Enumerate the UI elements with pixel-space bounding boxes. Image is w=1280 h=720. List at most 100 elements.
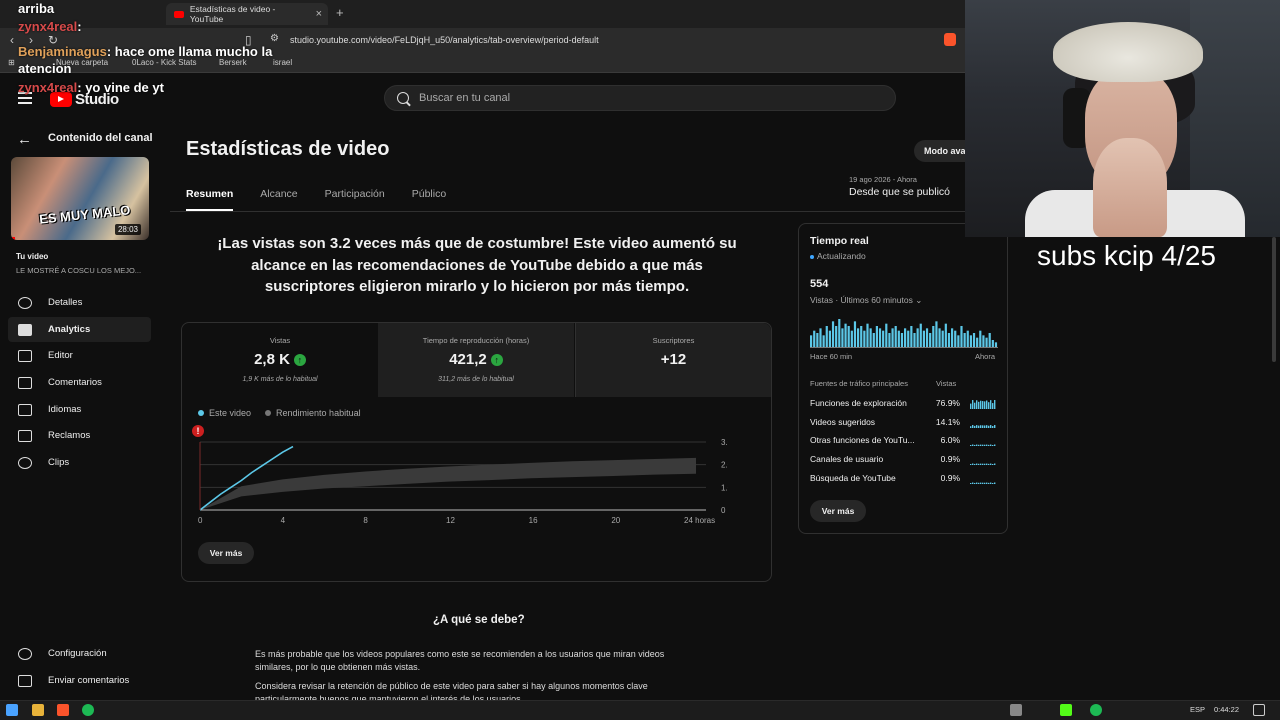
insight-headline: ¡Las vistas son 3.2 veces más que de cos… xyxy=(217,235,737,295)
brave-shield-icon[interactable] xyxy=(944,33,956,46)
back-arrow-icon[interactable]: ← xyxy=(17,131,32,148)
traffic-source-row: Funciones de exploración 76.9% xyxy=(810,398,998,413)
realtime-bar xyxy=(810,335,813,347)
back-arrow-icon[interactable]: ‹ xyxy=(10,33,14,47)
realtime-title: Tiempo real xyxy=(810,235,869,247)
realtime-bar xyxy=(916,328,919,347)
chat-line: zynx4real: xyxy=(18,19,82,34)
realtime-bar xyxy=(972,333,976,347)
realtime-bar xyxy=(878,328,882,347)
traffic-source-name: Búsqueda de YouTube xyxy=(810,472,896,483)
realtime-bar xyxy=(988,333,991,347)
language-indicator[interactable]: ESP xyxy=(1190,705,1205,714)
file-explorer-icon[interactable] xyxy=(32,704,44,716)
realtime-bar xyxy=(825,326,828,347)
realtime-bar xyxy=(951,328,954,347)
realtime-bar xyxy=(979,330,982,347)
right-pane xyxy=(1008,237,1280,700)
realtime-bar xyxy=(935,321,938,347)
traffic-source-pct: 14.1% xyxy=(935,416,960,427)
url-field[interactable]: studio.youtube.com/video/FeLDjqH_u50/ana… xyxy=(290,35,599,45)
traffic-source-name: Canales de usuario xyxy=(810,454,884,465)
realtime-bar xyxy=(863,330,866,347)
realtime-bar-chart xyxy=(810,319,998,348)
sidebar-item-clips[interactable]: Clips xyxy=(8,450,151,475)
analytics-icon xyxy=(18,323,32,336)
site-info-icon[interactable]: ⚙ xyxy=(270,33,279,44)
realtime-bar xyxy=(847,326,850,347)
chat-line: atencion xyxy=(18,61,72,76)
realtime-period-dropdown[interactable]: Vistas · Últimos 60 minutos ⌄ xyxy=(810,295,922,306)
why-paragraph: Es más probable que los videos populares… xyxy=(255,649,665,672)
traffic-source-pct: 6.0% xyxy=(940,435,960,446)
sidebar-item-editor[interactable]: Editor xyxy=(8,343,151,368)
date-period[interactable]: Desde que se publicó xyxy=(849,186,950,198)
page-title: Estadísticas de video xyxy=(186,138,390,160)
realtime-status: Actualizando xyxy=(810,251,866,261)
webcam-overlay xyxy=(965,0,1280,237)
tray-icon[interactable] xyxy=(1010,704,1022,716)
browser-tab[interactable]: Estadísticas de video - YouTube × xyxy=(166,3,328,25)
y-tick-label: 3.000 xyxy=(721,438,728,447)
traffic-source-row: Búsqueda de YouTube 0.9% xyxy=(810,473,998,488)
sparkline xyxy=(970,400,996,409)
brave-browser-icon[interactable] xyxy=(57,704,69,716)
new-tab-icon[interactable]: + xyxy=(336,5,344,20)
windows-start-icon[interactable] xyxy=(6,704,18,716)
traffic-source-row: Videos sugeridos 14.1% xyxy=(810,417,998,432)
realtime-bar xyxy=(869,328,872,347)
tab-reach[interactable]: Alcance xyxy=(260,188,297,211)
search-placeholder: Buscar en tu canal xyxy=(419,92,511,104)
spotify-icon[interactable] xyxy=(82,704,94,716)
bookmark-item[interactable]: 0Laco - Kick Stats xyxy=(132,58,196,67)
tab-summary[interactable]: Resumen xyxy=(186,188,234,211)
realtime-bar xyxy=(925,328,929,347)
legend-this-video: Este video xyxy=(198,408,251,418)
arrow-up-icon: ↑ xyxy=(293,353,306,366)
sidebar-item-analytics[interactable]: Analytics xyxy=(8,317,151,342)
kpi-watch-time[interactable]: Tiempo de reproducción (horas) 421,2 ↑ 31… xyxy=(378,323,574,397)
typical-range-band xyxy=(200,457,696,510)
traffic-source-row: Canales de usuario 0.9% xyxy=(810,454,998,469)
realtime-bar xyxy=(913,333,916,347)
spotify-tray-icon[interactable] xyxy=(1090,704,1102,716)
bookmark-item[interactable]: Berserk xyxy=(219,58,247,67)
kpi-subscribers[interactable]: Suscriptores +12 xyxy=(575,323,771,397)
sidebar-item-claims[interactable]: Reclamos xyxy=(8,423,151,448)
realtime-bar xyxy=(888,333,891,347)
watch-progress xyxy=(11,237,15,240)
date-range[interactable]: 19 ago 2026 - Ahora xyxy=(849,175,917,184)
realtime-bar xyxy=(982,335,985,347)
x-tick-label: 4 xyxy=(281,516,286,525)
scrollbar[interactable] xyxy=(1272,237,1276,362)
realtime-bar xyxy=(976,337,979,347)
sidebar-item-comments[interactable]: Comentarios xyxy=(8,370,151,395)
traffic-source-pct: 0.9% xyxy=(940,454,960,465)
x-tick-label: 16 xyxy=(529,516,538,525)
sidebar-item-languages[interactable]: Idiomas xyxy=(8,397,151,422)
sidebar-item-details[interactable]: Detalles xyxy=(8,290,151,315)
bookmark-item[interactable]: israel xyxy=(273,58,292,67)
realtime-see-more-button[interactable]: Ver más xyxy=(810,500,866,522)
sparkline xyxy=(970,482,996,484)
video-thumbnail[interactable]: ES MUY MALO 28:03 xyxy=(11,157,149,240)
close-tab-icon[interactable]: × xyxy=(316,8,322,20)
tab-audience[interactable]: Público xyxy=(412,188,446,211)
see-more-button[interactable]: Ver más xyxy=(198,542,254,564)
sidebar-item-settings[interactable]: Configuración xyxy=(8,641,151,666)
sparkline xyxy=(970,444,996,447)
search-input[interactable]: Buscar en tu canal xyxy=(384,85,896,111)
notifications-icon[interactable] xyxy=(1253,704,1265,716)
kick-tray-icon[interactable] xyxy=(1060,704,1072,716)
realtime-bar xyxy=(835,326,838,347)
realtime-bar xyxy=(894,326,897,347)
apps-grid-icon[interactable]: ⊞ xyxy=(8,58,15,67)
clock[interactable]: 0:44:22 xyxy=(1214,705,1239,714)
youtube-favicon-icon xyxy=(174,10,184,18)
realtime-bar xyxy=(960,326,963,347)
tab-engagement[interactable]: Participación xyxy=(325,188,385,211)
sidebar-item-feedback[interactable]: Enviar comentarios xyxy=(8,668,151,693)
traffic-source-name: Funciones de exploración xyxy=(810,398,907,408)
kpi-views[interactable]: Vistas 2,8 K ↑ 1,9 K más de lo habitual xyxy=(182,323,378,397)
video-title[interactable]: LE MOSTRÉ A COSCU LOS MEJO... xyxy=(16,266,141,275)
